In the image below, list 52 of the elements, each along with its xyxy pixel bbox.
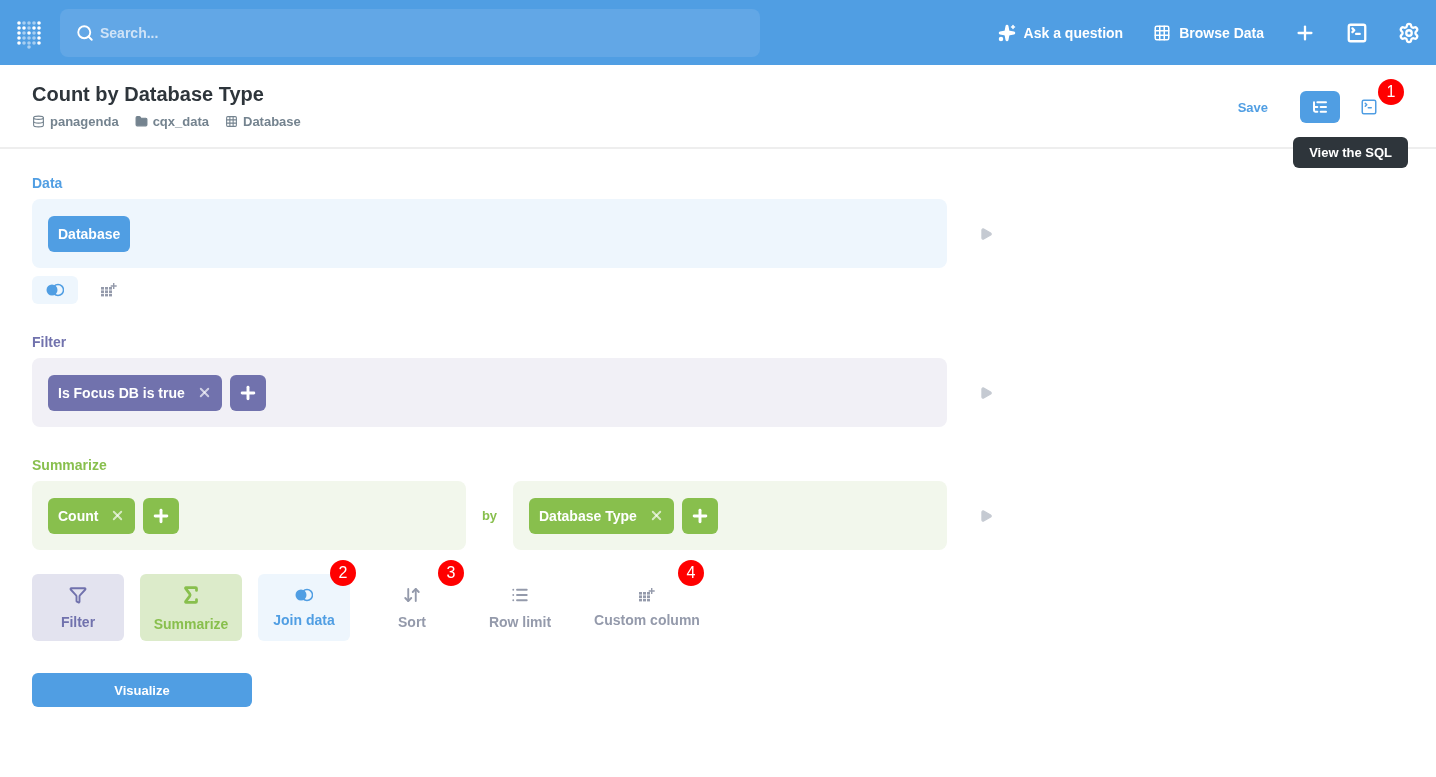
step-label: Filter	[32, 334, 68, 350]
filter-token[interactable]: Is Focus DB is true	[48, 374, 222, 411]
step-action-button[interactable]: Row limit	[474, 574, 566, 641]
search-field[interactable]: Search...	[60, 8, 760, 57]
search-icon	[76, 23, 94, 42]
join-button[interactable]	[32, 276, 78, 304]
breadcrumb-link[interactable]: cqx_data	[134, 114, 209, 129]
terminal-icon	[1346, 21, 1368, 44]
folder-icon	[134, 115, 148, 128]
data-token[interactable]: Database	[48, 215, 131, 252]
sort-icon	[403, 585, 421, 604]
step-action-button[interactable]: Summarize	[140, 574, 242, 641]
breakout-token[interactable]: Database Type	[529, 497, 674, 534]
sql-editor-button[interactable]	[1346, 21, 1368, 44]
visualize-button[interactable]: Visualize	[32, 673, 252, 707]
grid-icon	[1153, 23, 1172, 42]
notebook-editor-toggle[interactable]	[1300, 91, 1340, 123]
summarize-token[interactable]: Count	[48, 497, 136, 534]
breadcrumb-link[interactable]: panagenda	[32, 114, 119, 129]
step-action-button[interactable]: Filter	[32, 574, 124, 641]
add-button[interactable]	[681, 497, 718, 534]
question-title: Count by Database Type	[32, 83, 265, 106]
view-sql-button[interactable]	[1360, 98, 1378, 116]
preview-play-icon[interactable]	[979, 508, 993, 523]
number-badge: 2	[330, 560, 356, 586]
save-link[interactable]: Save	[1237, 99, 1268, 115]
terminal-icon	[1360, 98, 1378, 116]
table-icon	[225, 115, 238, 128]
step-label: Summarize	[32, 457, 108, 473]
join-icon	[46, 283, 64, 297]
by-label: by	[480, 508, 499, 523]
breadcrumb-link[interactable]: Database	[225, 114, 301, 129]
join-icon	[295, 587, 313, 602]
step-label: Data	[32, 175, 64, 191]
tooltip: View the SQL	[1293, 137, 1408, 168]
list-icon	[1312, 99, 1328, 115]
gear-icon	[1398, 21, 1420, 44]
number-badge: 3	[438, 560, 464, 586]
grid-plus-icon	[101, 283, 117, 297]
number-badge: 1	[1378, 79, 1404, 105]
add-button[interactable]	[143, 497, 180, 534]
add-button[interactable]	[229, 374, 266, 411]
preview-play-icon[interactable]	[979, 226, 993, 241]
ask-question-link[interactable]: Ask a question	[997, 23, 1124, 42]
grid-plus-icon	[639, 587, 655, 602]
browse-data-link[interactable]: Browse Data	[1153, 23, 1264, 42]
preview-play-icon[interactable]	[979, 385, 993, 400]
sparkle-icon	[997, 23, 1016, 42]
settings-button[interactable]	[1398, 21, 1420, 44]
database-icon	[32, 115, 45, 128]
filter-icon	[69, 585, 87, 604]
number-badge: 4	[678, 560, 704, 586]
